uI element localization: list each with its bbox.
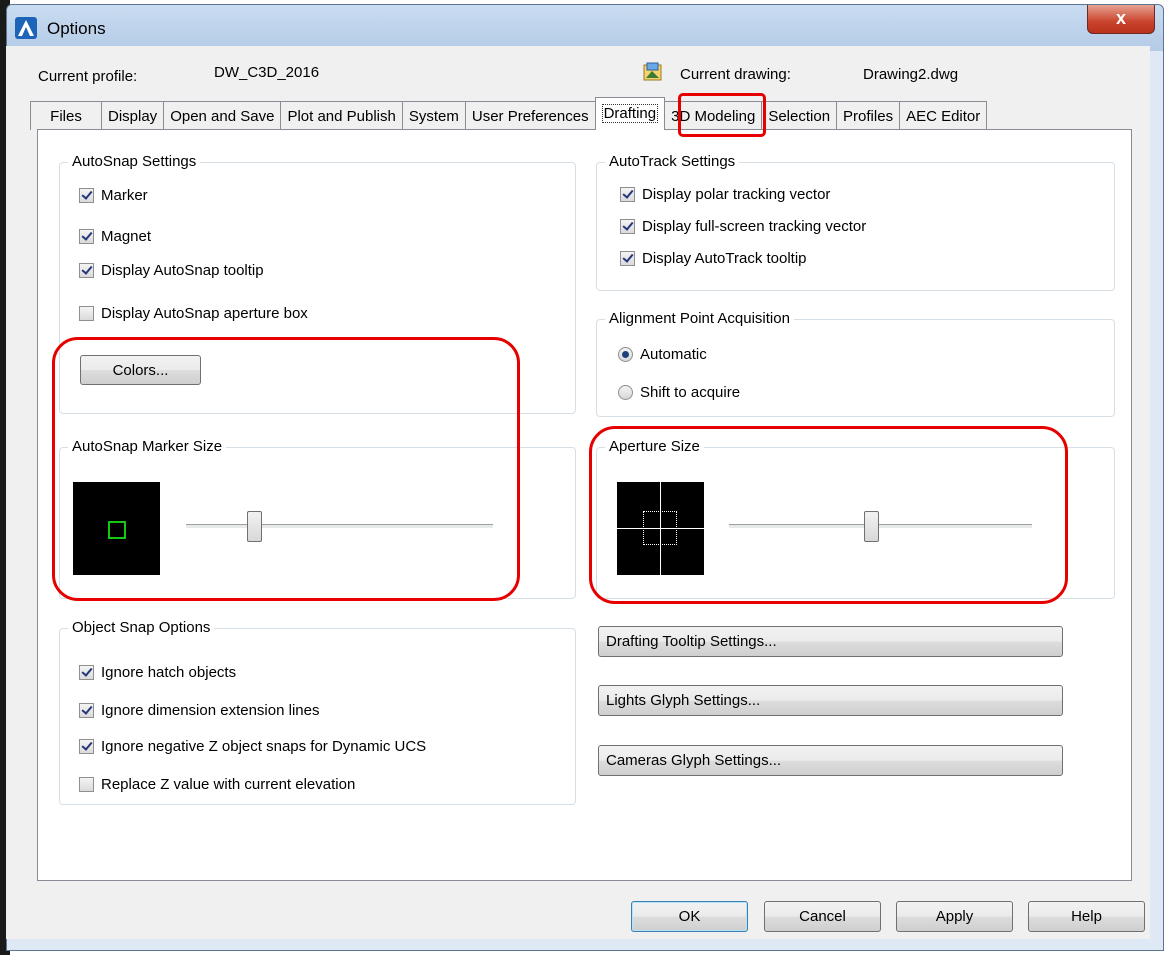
replace-z-checkbox[interactable]: Replace Z value with current elevation bbox=[79, 776, 355, 793]
ignore-negative-z-label: Ignore negative Z object snaps for Dynam… bbox=[101, 738, 427, 755]
tab-user-preferences[interactable]: User Preferences bbox=[464, 101, 596, 130]
ok-button[interactable]: OK bbox=[631, 901, 748, 932]
tab-strip: Files Display Open and Save Plot and Pub… bbox=[30, 97, 988, 130]
marker-size-highlight bbox=[52, 337, 520, 601]
aperture-size-highlight bbox=[589, 426, 1068, 604]
ignore-hatch-label: Ignore hatch objects bbox=[101, 664, 237, 681]
tab-profiles[interactable]: Profiles bbox=[836, 101, 901, 130]
ignore-dimension-checkbox[interactable]: Ignore dimension extension lines bbox=[79, 702, 319, 719]
tab-plot-and-publish[interactable]: Plot and Publish bbox=[280, 101, 403, 130]
automatic-label: Automatic bbox=[640, 346, 707, 363]
current-profile-value: DW_C3D_2016 bbox=[214, 64, 320, 81]
polar-tracking-checkbox[interactable]: Display polar tracking vector bbox=[620, 186, 830, 203]
checkbox-checked-icon bbox=[79, 263, 94, 278]
checkbox-checked-icon bbox=[79, 739, 94, 754]
autotrack-tooltip-checkbox[interactable]: Display AutoTrack tooltip bbox=[620, 250, 807, 267]
radio-selected-icon bbox=[618, 347, 633, 362]
checkbox-checked-icon bbox=[79, 665, 94, 680]
object-snap-options-title: Object Snap Options bbox=[68, 619, 215, 636]
drawing-file-icon bbox=[643, 62, 662, 81]
tab-open-and-save[interactable]: Open and Save bbox=[163, 101, 282, 130]
cameras-glyph-settings-button[interactable]: Cameras Glyph Settings... bbox=[598, 745, 1063, 776]
automatic-radio[interactable]: Automatic bbox=[618, 346, 707, 363]
tab-files[interactable]: Files bbox=[30, 101, 102, 130]
autocad-app-icon bbox=[15, 17, 37, 39]
tab-system[interactable]: System bbox=[401, 101, 466, 130]
shift-to-acquire-label: Shift to acquire bbox=[640, 384, 741, 401]
checkbox-unchecked-icon bbox=[79, 306, 94, 321]
autotrack-tooltip-label: Display AutoTrack tooltip bbox=[642, 250, 807, 267]
fullscreen-tracking-checkbox[interactable]: Display full-screen tracking vector bbox=[620, 218, 866, 235]
alignment-point-group: Alignment Point Acquisition bbox=[596, 310, 1115, 417]
checkbox-unchecked-icon bbox=[79, 777, 94, 792]
fullscreen-tracking-label: Display full-screen tracking vector bbox=[642, 218, 867, 235]
title-bar[interactable]: Options x bbox=[7, 5, 1163, 51]
drafting-tooltip-settings-button[interactable]: Drafting Tooltip Settings... bbox=[598, 626, 1063, 657]
autosnap-aperture-box-label: Display AutoSnap aperture box bbox=[101, 305, 308, 322]
checkbox-checked-icon bbox=[79, 703, 94, 718]
ignore-hatch-checkbox[interactable]: Ignore hatch objects bbox=[79, 664, 236, 681]
magnet-label: Magnet bbox=[101, 228, 152, 245]
tab-drafting[interactable]: Drafting bbox=[594, 97, 666, 130]
marker-checkbox[interactable]: Marker bbox=[79, 187, 148, 204]
autosnap-aperture-box-checkbox[interactable]: Display AutoSnap aperture box bbox=[79, 305, 308, 322]
polar-tracking-label: Display polar tracking vector bbox=[642, 186, 831, 203]
dialog-title: Options bbox=[47, 19, 106, 38]
radio-unselected-icon bbox=[618, 385, 633, 400]
lights-glyph-settings-button[interactable]: Lights Glyph Settings... bbox=[598, 685, 1063, 716]
current-drawing-value: Drawing2.dwg bbox=[863, 66, 959, 83]
ignore-negative-z-checkbox[interactable]: Ignore negative Z object snaps for Dynam… bbox=[79, 738, 426, 755]
autotrack-settings-title: AutoTrack Settings bbox=[605, 153, 740, 170]
replace-z-label: Replace Z value with current elevation bbox=[101, 776, 356, 793]
tab-display[interactable]: Display bbox=[101, 101, 165, 130]
shift-to-acquire-radio[interactable]: Shift to acquire bbox=[618, 384, 740, 401]
marker-label: Marker bbox=[101, 187, 148, 204]
close-button[interactable]: x bbox=[1087, 5, 1155, 34]
cancel-button[interactable]: Cancel bbox=[764, 901, 881, 932]
autosnap-settings-title: AutoSnap Settings bbox=[68, 153, 201, 170]
checkbox-checked-icon bbox=[620, 219, 635, 234]
apply-button[interactable]: Apply bbox=[896, 901, 1013, 932]
checkbox-checked-icon bbox=[620, 251, 635, 266]
tab-selection[interactable]: Selection bbox=[761, 101, 838, 130]
alignment-point-title: Alignment Point Acquisition bbox=[605, 310, 794, 327]
current-drawing-label: Current drawing: bbox=[680, 66, 791, 83]
drafting-tab-highlight bbox=[678, 93, 766, 137]
help-button[interactable]: Help bbox=[1028, 901, 1145, 932]
checkbox-checked-icon bbox=[620, 187, 635, 202]
ignore-dimension-label: Ignore dimension extension lines bbox=[101, 702, 320, 719]
tab-aec-editor[interactable]: AEC Editor bbox=[899, 101, 988, 130]
checkbox-checked-icon bbox=[79, 188, 94, 203]
autosnap-tooltip-checkbox[interactable]: Display AutoSnap tooltip bbox=[79, 262, 264, 279]
tab-drafting-label: Drafting bbox=[601, 104, 659, 123]
autosnap-tooltip-label: Display AutoSnap tooltip bbox=[101, 262, 264, 279]
checkbox-checked-icon bbox=[79, 229, 94, 244]
current-profile-label: Current profile: bbox=[38, 68, 138, 85]
magnet-checkbox[interactable]: Magnet bbox=[79, 228, 151, 245]
